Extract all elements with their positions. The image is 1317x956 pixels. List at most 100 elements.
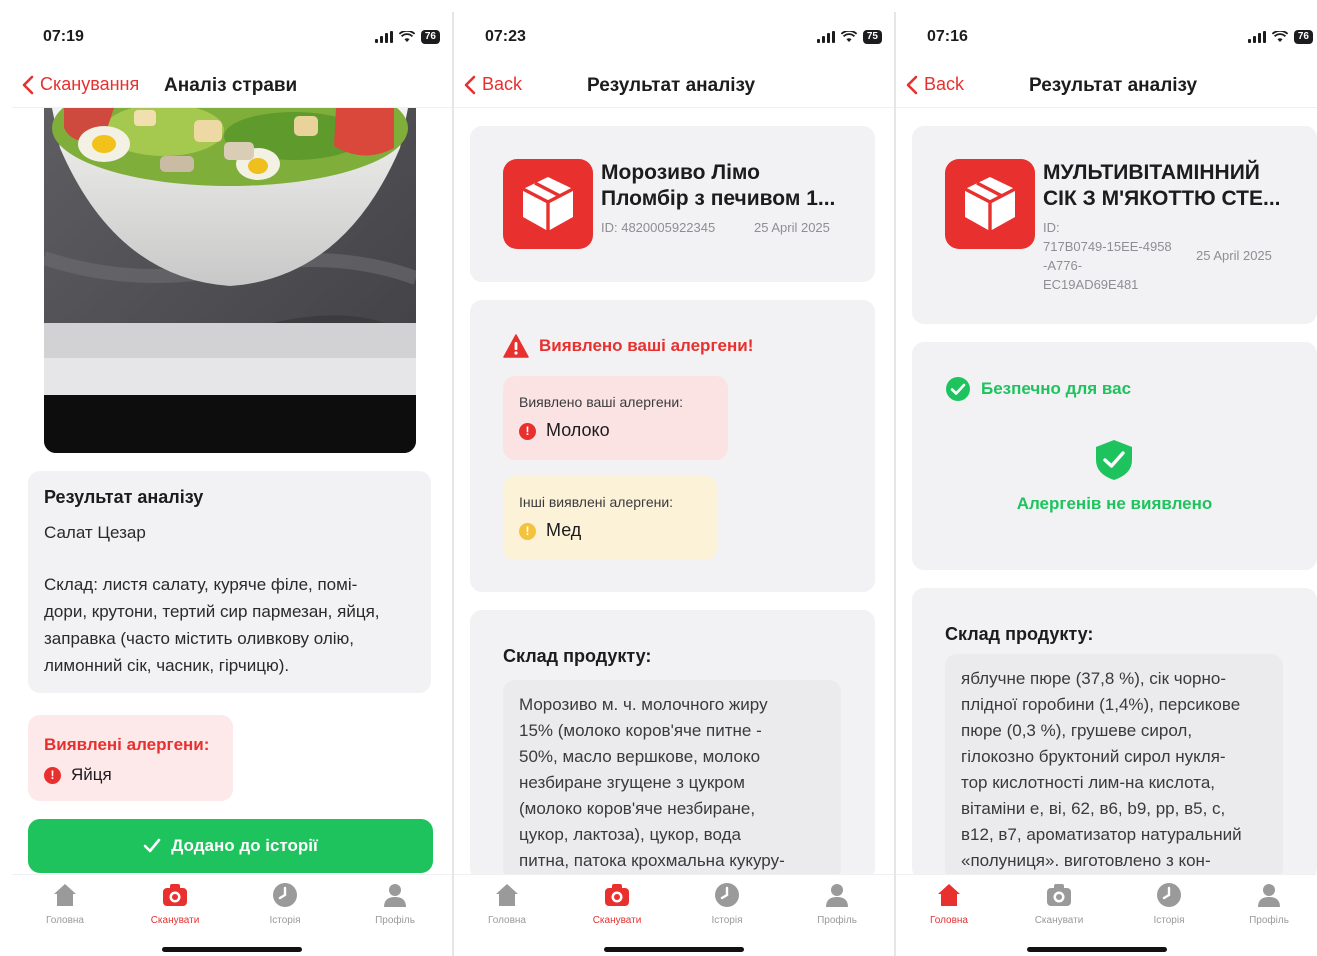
composition-line: лимонний сік, часник, гірчицю). [44,656,290,675]
person-icon [384,884,406,907]
composition-text: яблучне пюре (37,8 %), сік чорно- плідно… [945,654,1283,880]
tab-history[interactable]: Історія [682,881,772,926]
home-icon [54,884,76,906]
wifi-icon [840,31,857,42]
tab-profile[interactable]: Профіль [792,881,882,926]
composition-line: 15% (молоко коров'яче питне - [519,721,762,740]
status-bar: 07:19 76 [12,12,452,62]
dish-composition: Склад: листя салату, куряче філе, помі- … [44,571,424,679]
tab-scan[interactable]: Сканувати [130,881,220,926]
id-line: 717B0749-15EE-4958 [1043,239,1172,254]
composition-title: Склад продукту: [503,646,652,666]
screens-stage: 07:19 76 Сканування Аналіз страви Резуль… [0,0,1317,956]
page-title: Результат аналізу [1029,75,1198,96]
allergen-warning-card: Виявлено ваші алергени! Виявлено ваші ал… [470,300,875,592]
warning-header: Виявлено ваші алергени! [503,334,753,358]
dish-photo [44,108,416,453]
shield-check-icon [1096,440,1132,480]
chevron-left-icon [906,75,918,94]
composition-line: 50%, масло вершкове, молоко [519,747,761,766]
detected-allergens-box: Виявлені алергени: Яйця [28,715,233,801]
warning-triangle-icon [503,334,529,358]
product-date: 25 April 2025 [754,220,830,235]
allergen-item: Мед [519,520,701,541]
allergen-item: Молоко [519,420,712,441]
other-allergens-label: Інші виявлені алергени: [519,494,674,510]
added-to-history-button[interactable]: Додано до історії [28,819,433,873]
product-name-line: Пломбір з печивом 1... [601,187,836,210]
tab-bar: Головна Сканувати Історія Профіль [896,874,1317,956]
tab-history[interactable]: Історія [240,881,330,926]
camera-icon [163,884,187,906]
status-time: 07:23 [485,28,526,45]
allergen-label: Молоко [546,420,610,440]
battery-indicator: 75 [862,30,882,44]
status-bar: 07:16 76 [896,12,1317,62]
tab-label: Профіль [1249,915,1289,926]
signal-icon [816,31,835,43]
check-circle-icon [946,377,970,401]
screen-product-safe: 07:16 76 Back Результат аналізу МУЛЬТИВІ… [896,12,1317,956]
composition-card: Склад продукту: Морозиво м. ч. молочного… [470,610,875,880]
tab-label: Профіль [375,915,415,926]
box-icon [964,177,1016,231]
product-name-line: СІК З М'ЯКОТТЮ СТЕ... [1043,187,1281,210]
navigation-bar: Сканування Аналіз страви [12,62,452,108]
tab-scan[interactable]: Сканувати [572,881,662,926]
composition-line: незбиране згущене з цукром [519,773,745,792]
exclamation-dot-icon [519,522,536,540]
no-allergens-message: Алергенів не виявлено [1016,494,1213,513]
tab-scan[interactable]: Сканувати [1014,881,1104,926]
composition-line: яблучне пюре (37,8 %), сік чорно- [961,669,1227,688]
back-button[interactable]: Сканування [22,74,139,95]
navigation-bar: Back Результат аналізу [896,62,1317,108]
product-icon [503,159,593,249]
allergen-item: Яйця [44,765,112,785]
tab-history[interactable]: Історія [1124,881,1214,926]
back-label: Сканування [40,74,140,94]
home-indicator [1026,947,1167,952]
composition-line: плідної горобини (1,4%), персикове [961,695,1241,714]
product-name-line: Морозиво Лімо [601,161,760,184]
tab-home[interactable]: Головна [904,881,994,926]
exclamation-dot-icon [44,767,61,785]
product-card: Морозиво Лімо Пломбір з печивом 1... ID:… [470,126,875,282]
exclamation-dot-icon [519,422,536,440]
back-button[interactable]: Back [906,74,964,95]
tab-home[interactable]: Головна [20,881,110,926]
salad-image [44,108,416,453]
wifi-icon [1271,31,1288,42]
tab-home[interactable]: Головна [462,881,552,926]
system-indicators: 75 [816,30,882,44]
allergens-title: Виявлені алергени: [44,735,210,754]
added-button-label: Додано до історії [171,836,318,855]
your-allergens-box: Виявлено ваші алергени: Молоко [503,376,728,460]
product-id: ID: 4820005922345 [601,220,716,235]
composition-title: Склад продукту: [945,624,1094,644]
product-name: Морозиво Лімо Пломбір з печивом 1... [601,160,861,212]
person-icon [826,884,848,907]
screen-product-allergens-found: 07:23 75 Back Результат аналізу Морозиво… [454,12,894,956]
page-title: Результат аналізу [587,75,756,96]
warning-title: Виявлено ваші алергени! [539,336,754,355]
tab-label: Історія [1153,915,1185,926]
tab-label: Сканувати [592,915,642,926]
composition-line: питна, патока крохмальна кукуру- [519,851,785,870]
box-icon [522,177,574,231]
battery-indicator: 76 [420,30,440,44]
back-button[interactable]: Back [464,74,522,95]
product-name: МУЛЬТИВІТАМІННИЙ СІК З М'ЯКОТТЮ СТЕ... [1043,160,1303,212]
safe-title: Безпечно для вас [981,379,1132,398]
home-icon [938,884,960,906]
tab-profile[interactable]: Профіль [1224,881,1314,926]
composition-line: тор кислотності лим-на кислота, [961,773,1215,792]
tab-label: Головна [930,915,968,926]
tab-profile[interactable]: Профіль [350,881,440,926]
tab-label: Історія [269,915,301,926]
signal-icon [374,31,393,43]
composition-line: Склад: листя салату, куряче філе, помі- [44,575,358,594]
clock-icon [273,883,297,907]
signal-icon [1247,31,1266,43]
back-label: Back [482,74,523,94]
tab-label: Сканувати [1034,915,1084,926]
